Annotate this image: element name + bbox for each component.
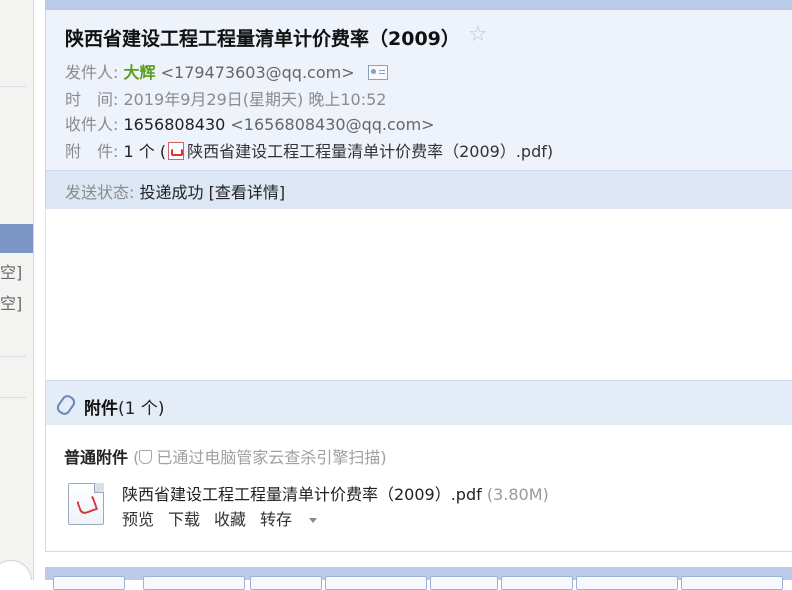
toolbar-button[interactable] [681, 576, 783, 590]
star-icon[interactable]: ☆ [468, 22, 488, 47]
time-label: 时 间: [65, 90, 119, 109]
toolbar-button[interactable] [576, 576, 678, 590]
status-detail-link[interactable]: [查看详情] [209, 183, 286, 202]
toolbar-button[interactable] [325, 576, 427, 590]
recipient-row: 收件人: 1656808430 <1656808430@qq.com> [65, 111, 435, 135]
attachment-title-count: (1 个) [118, 399, 165, 419]
attachment-panel-header: 附件(1 个) [46, 381, 792, 425]
toolbar-button[interactable] [53, 576, 125, 590]
sender-row: 发件人: 大辉 <179473603@qq.com> [65, 59, 388, 83]
attachment-count: 1 个 ( [123, 142, 167, 161]
recipient-name[interactable]: 1656808430 [124, 115, 226, 134]
sidebar-item-label[interactable]: 空] [0, 290, 22, 314]
paperclip-icon [54, 392, 78, 418]
normal-attachments-heading: 普通附件 (已通过电脑管家云查杀引擎扫描) [64, 444, 387, 468]
preview-button[interactable]: 预览 [122, 510, 154, 529]
attachment-file-link[interactable]: 陕西省建设工程工程量清单计价费率（2009）.pdf) [187, 142, 553, 161]
download-button[interactable]: 下载 [168, 510, 200, 529]
recipient-label: 收件人: [65, 115, 119, 134]
scan-note-text: 已通过电脑管家云查杀引擎扫描) [156, 448, 387, 467]
pdf-icon [168, 142, 185, 160]
attachment-title-label: 附件 [84, 399, 118, 419]
sidebar-selected-item[interactable] [0, 224, 33, 253]
toolbar-button[interactable] [430, 576, 498, 590]
recipient-email[interactable]: <1656808430@qq.com> [230, 115, 434, 134]
sidebar-corner-decoration [0, 560, 32, 580]
email-subject: 陕西省建设工程工程量清单计价费率（2009） [65, 28, 460, 50]
pdf-icon[interactable] [68, 483, 104, 525]
attachment-title: 附件(1 个) [84, 394, 164, 419]
save-to-label: 转存 [260, 510, 293, 529]
status-value: 投递成功 [139, 183, 204, 202]
sidebar-divider [0, 397, 26, 398]
toolbar-button[interactable] [143, 576, 245, 590]
toolbar-button[interactable] [250, 576, 322, 590]
attachment-file: 陕西省建设工程工程量清单计价费率（2009）.pdf (3.80M) [122, 481, 549, 505]
status-row: 发送状态: 投递成功 [查看详情] [65, 179, 285, 203]
toolbar-button[interactable] [501, 576, 573, 590]
attachment-panel: 附件(1 个) 普通附件 (已通过电脑管家云查杀引擎扫描) 陕西省建设工程工程量… [45, 380, 792, 552]
favorite-button[interactable]: 收藏 [214, 510, 246, 529]
email-body [45, 208, 792, 381]
sender-email[interactable]: <179473603@qq.com> [161, 63, 355, 82]
sidebar-item-label[interactable]: 空] [0, 259, 22, 283]
attachment-row: 附 件: 1 个 ( 陕西省建设工程工程量清单计价费率（2009）.pdf) [65, 138, 553, 162]
time-value: 2019年9月29日(星期天) 晚上10:52 [123, 90, 387, 109]
attachment-actions: 预览 下载 收藏 转存 [122, 506, 331, 530]
email-reader: 陕西省建设工程工程量清单计价费率（2009） ☆ 发件人: 大辉 <179473… [45, 0, 792, 590]
email-header: 陕西省建设工程工程量清单计价费率（2009） ☆ 发件人: 大辉 <179473… [45, 10, 792, 170]
section-label: 普通附件 [64, 448, 129, 467]
status-label: 发送状态: [65, 183, 135, 202]
shield-icon [139, 450, 153, 464]
sender-name[interactable]: 大辉 [124, 63, 156, 82]
sidebar-divider [0, 356, 26, 357]
sidebar-divider [0, 86, 26, 87]
chevron-down-icon [309, 518, 318, 523]
scan-note: (已通过电脑管家云查杀引擎扫描) [133, 448, 387, 467]
toolbar-strip [45, 0, 792, 10]
sender-label: 发件人: [65, 63, 119, 82]
attachment-label: 附 件: [65, 142, 119, 161]
time-row: 时 间: 2019年9月29日(星期天) 晚上10:52 [65, 86, 386, 110]
save-to-button[interactable]: 转存 [260, 510, 318, 529]
attachment-file-size: (3.80M) [486, 485, 549, 504]
contact-card-icon[interactable] [367, 65, 388, 80]
attachment-file-name[interactable]: 陕西省建设工程工程量清单计价费率（2009）.pdf [122, 485, 482, 504]
folder-sidebar: 空] 空] [0, 0, 34, 580]
delivery-status-bar: 发送状态: 投递成功 [查看详情] [45, 170, 792, 208]
